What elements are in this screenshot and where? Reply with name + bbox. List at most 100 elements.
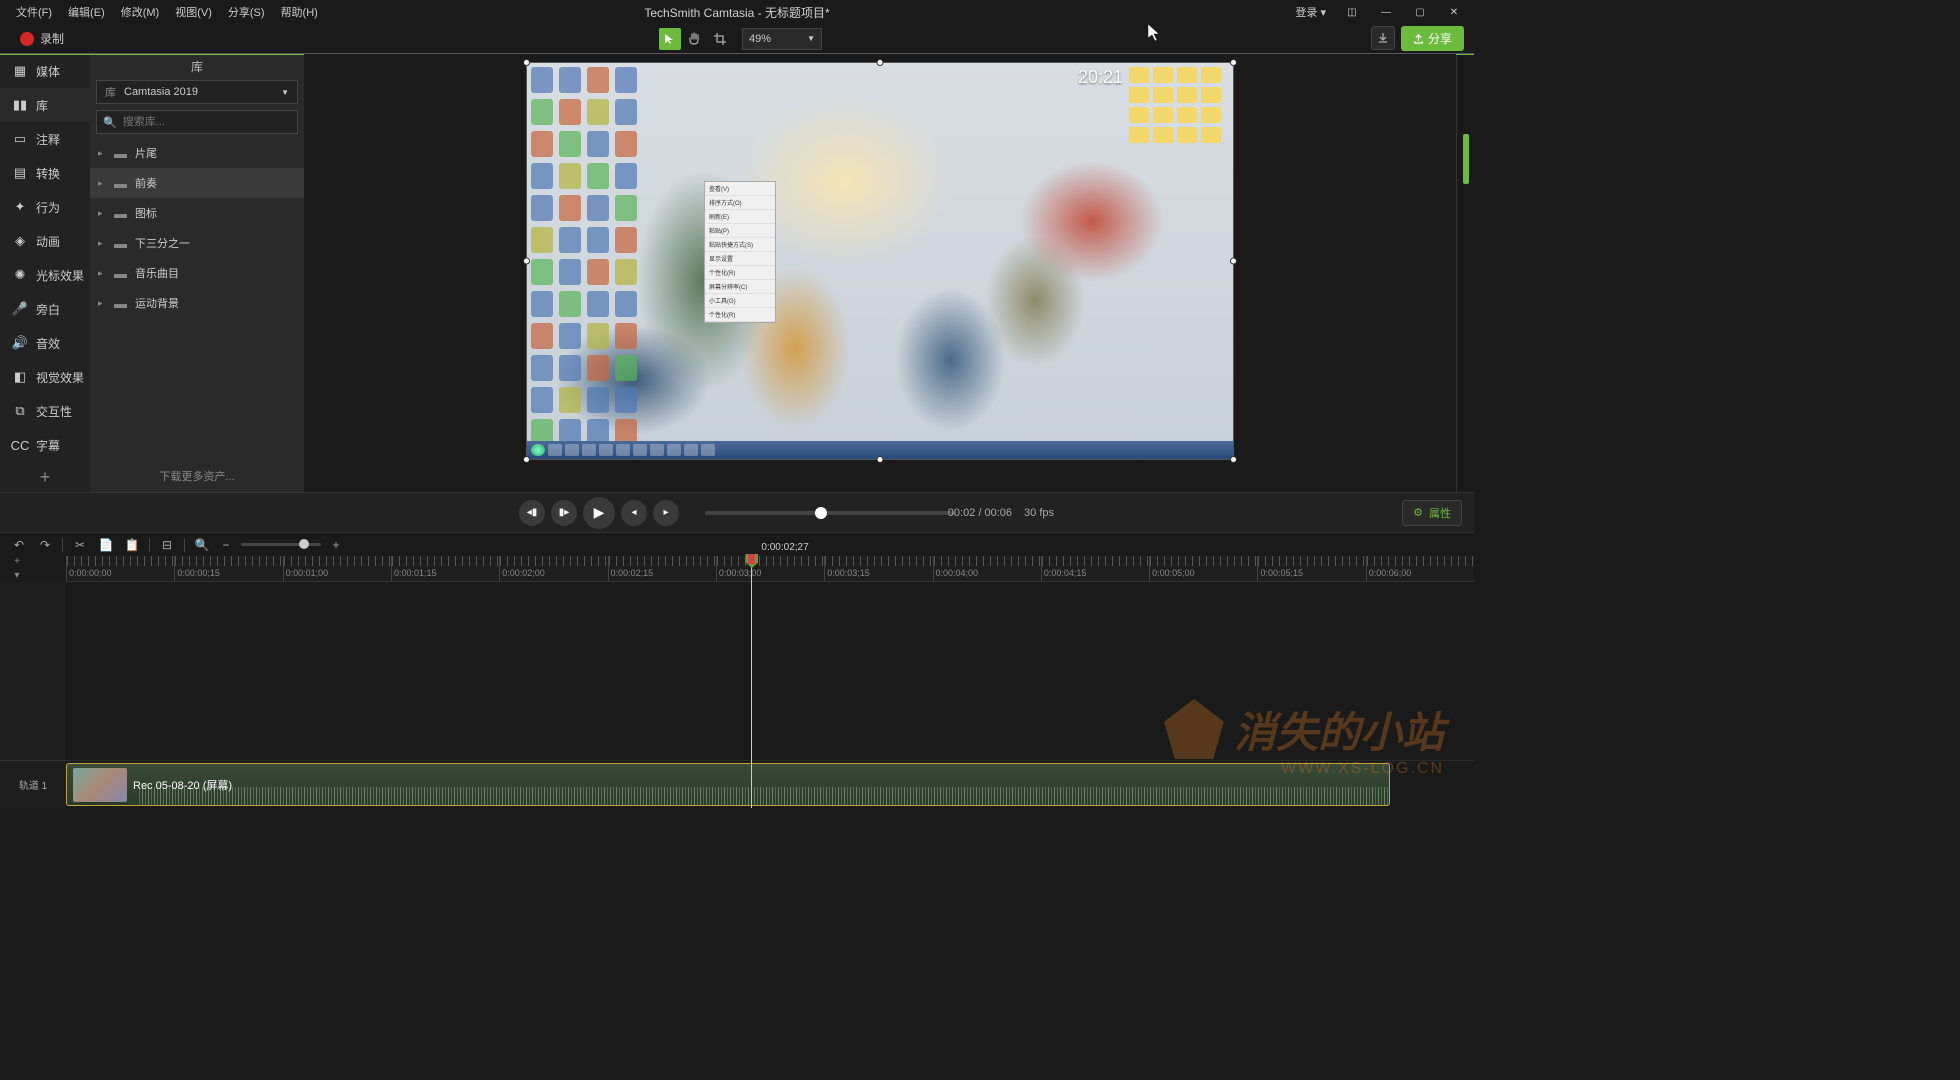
canvas-content: 查看(V) 排序方式(O) 刷新(E) 粘贴(P) 粘贴快捷方式(S) 显示设置… bbox=[527, 63, 1233, 459]
maximize-button[interactable]: ▢ bbox=[1404, 0, 1436, 24]
zoom-in-button[interactable]: + bbox=[327, 536, 345, 554]
sidebar-annotations[interactable]: ▭注释 bbox=[0, 122, 90, 156]
clip-thumbnail bbox=[73, 768, 127, 802]
library-folder-icons[interactable]: ▸▬图标 bbox=[90, 198, 304, 228]
menu-help[interactable]: 帮助(H) bbox=[273, 0, 326, 24]
chevron-down-icon: ▼ bbox=[281, 88, 289, 97]
zoom-value: 49% bbox=[749, 33, 771, 45]
prev-button[interactable]: ◂ bbox=[621, 500, 647, 526]
menu-share[interactable]: 分享(S) bbox=[220, 0, 273, 24]
behaviors-icon: ✦ bbox=[12, 199, 28, 215]
sidebar-narration[interactable]: 🎤旁白 bbox=[0, 292, 90, 326]
select-tool[interactable] bbox=[659, 28, 681, 50]
clip[interactable]: Rec 05-08-20 (屏幕) bbox=[66, 763, 1390, 806]
media-icon: ▦ bbox=[12, 63, 28, 79]
animations-icon: ◈ bbox=[12, 233, 28, 249]
sidebar-visual-effects[interactable]: ◧视觉效果 bbox=[0, 360, 90, 394]
library-title: 库 bbox=[90, 54, 304, 78]
play-button[interactable]: ▶ bbox=[583, 497, 615, 529]
undo-button[interactable]: ↶ bbox=[10, 536, 28, 554]
copy-button[interactable]: 📄 bbox=[97, 536, 115, 554]
zoom-tool-icon: 🔍 bbox=[193, 536, 211, 554]
split-button[interactable]: ⊟ bbox=[158, 536, 176, 554]
add-track-button[interactable]: + bbox=[10, 556, 24, 568]
cut-button[interactable]: ✂ bbox=[71, 536, 89, 554]
chevron-down-icon: ▼ bbox=[807, 34, 815, 43]
chevron-right-icon: ▸ bbox=[98, 208, 106, 219]
slider-thumb[interactable] bbox=[815, 507, 827, 519]
captions-icon: CC bbox=[12, 438, 28, 453]
sidebar-captions[interactable]: CC字幕 bbox=[0, 428, 90, 462]
menu-modify[interactable]: 修改(M) bbox=[113, 0, 168, 24]
record-icon bbox=[20, 32, 34, 46]
context-menu: 查看(V) 排序方式(O) 刷新(E) 粘贴(P) 粘贴快捷方式(S) 显示设置… bbox=[704, 181, 776, 323]
interactivity-icon: ⧉ bbox=[12, 403, 28, 419]
chevron-right-icon: ▸ bbox=[98, 238, 106, 249]
sidebar-animations[interactable]: ◈动画 bbox=[0, 224, 90, 258]
next-button[interactable]: ▸ bbox=[653, 500, 679, 526]
properties-expand-handle[interactable] bbox=[1463, 134, 1469, 184]
sidebar-behaviors[interactable]: ✦行为 bbox=[0, 190, 90, 224]
sidebar-interactivity[interactable]: ⧉交互性 bbox=[0, 394, 90, 428]
transitions-icon: ▤ bbox=[12, 165, 28, 181]
folder-icon: ▬ bbox=[114, 176, 127, 191]
sidebar-audio-effects[interactable]: 🔊音效 bbox=[0, 326, 90, 360]
zoom-thumb[interactable] bbox=[299, 539, 309, 549]
menu-file[interactable]: 文件(F) bbox=[8, 0, 60, 24]
library-panel: 库 库 Camtasia 2019 ▼ 🔍 ▸▬片尾 ▸▬前奏 ▸▬图标 ▸▬下… bbox=[90, 54, 304, 492]
sidebar-cursor-effects[interactable]: ✺光标效果 bbox=[0, 258, 90, 292]
share-label: 分享 bbox=[1428, 30, 1452, 47]
record-button[interactable]: 录制 bbox=[10, 26, 74, 51]
export-button[interactable] bbox=[1371, 26, 1395, 50]
library-folder-lower-thirds[interactable]: ▸▬下三分之一 bbox=[90, 228, 304, 258]
fps-indicator: 30 fps bbox=[1024, 507, 1054, 519]
timeline-toolbar: ↶ ↷ ✂ 📄 📋 ⊟ 🔍 − + bbox=[0, 532, 1474, 556]
audio-effects-icon: 🔊 bbox=[12, 335, 28, 351]
device-button[interactable]: ◫ bbox=[1336, 0, 1368, 24]
zoom-select[interactable]: 49% ▼ bbox=[742, 28, 822, 50]
library-select[interactable]: 库 Camtasia 2019 ▼ bbox=[96, 80, 298, 104]
playback-bar: ◂▮ ▮▸ ▶ ◂ ▸ 00:02 / 00:06 30 fps ⚙ 属性 bbox=[0, 492, 1474, 532]
download-assets[interactable]: 下载更多资产... bbox=[90, 462, 304, 492]
time-ruler[interactable]: 0:00:00;000:00:00;150:00:01;000:00:01;15… bbox=[66, 556, 1474, 582]
search-icon: 🔍 bbox=[103, 116, 117, 129]
chevron-right-icon: ▸ bbox=[98, 148, 106, 159]
chevron-right-icon: ▸ bbox=[98, 178, 106, 189]
chevron-right-icon: ▸ bbox=[98, 298, 106, 309]
menu-view[interactable]: 视图(V) bbox=[167, 0, 220, 24]
crop-tool[interactable] bbox=[709, 28, 731, 50]
sidebar-media[interactable]: ▦媒体 bbox=[0, 54, 90, 88]
cursor-effects-icon: ✺ bbox=[12, 267, 28, 283]
zoom-out-button[interactable]: − bbox=[217, 536, 235, 554]
library-folder-music[interactable]: ▸▬音乐曲目 bbox=[90, 258, 304, 288]
sidebar: ▦媒体 ▮▮库 ▭注释 ▤转换 ✦行为 ◈动画 ✺光标效果 🎤旁白 🔊音效 ◧视… bbox=[0, 54, 90, 492]
playback-slider[interactable] bbox=[705, 511, 955, 515]
expand-tracks-button[interactable]: ▾ bbox=[10, 570, 24, 582]
library-folder-intro[interactable]: ▸▬前奏 bbox=[90, 168, 304, 198]
minimize-button[interactable]: — bbox=[1370, 0, 1402, 24]
timeline-zoom-slider[interactable] bbox=[241, 543, 321, 546]
next-frame-button[interactable]: ▮▸ bbox=[551, 500, 577, 526]
properties-button[interactable]: ⚙ 属性 bbox=[1402, 500, 1462, 526]
search-input[interactable] bbox=[123, 116, 291, 128]
library-search[interactable]: 🔍 bbox=[96, 110, 298, 134]
track-header-1[interactable]: 轨道 1 bbox=[0, 760, 66, 808]
sidebar-library[interactable]: ▮▮库 bbox=[0, 88, 90, 122]
canvas[interactable]: 查看(V) 排序方式(O) 刷新(E) 粘贴(P) 粘贴快捷方式(S) 显示设置… bbox=[526, 62, 1234, 460]
login-button[interactable]: 登录 ▾ bbox=[1287, 0, 1334, 24]
library-folder-motion-bg[interactable]: ▸▬运动背景 bbox=[90, 288, 304, 318]
library-folder-outro[interactable]: ▸▬片尾 bbox=[90, 138, 304, 168]
sidebar-transitions[interactable]: ▤转换 bbox=[0, 156, 90, 190]
pan-tool[interactable] bbox=[684, 28, 706, 50]
prev-frame-button[interactable]: ◂▮ bbox=[519, 500, 545, 526]
track-1[interactable]: Rec 05-08-20 (屏幕) bbox=[66, 760, 1474, 808]
sidebar-add[interactable]: + bbox=[0, 462, 90, 492]
menu-edit[interactable]: 编辑(E) bbox=[60, 0, 113, 24]
audio-waveform bbox=[137, 787, 1389, 805]
clock-widget: 20:21 bbox=[1078, 67, 1123, 88]
close-button[interactable]: ✕ bbox=[1438, 0, 1470, 24]
share-button[interactable]: 分享 bbox=[1401, 26, 1464, 51]
redo-button[interactable]: ↷ bbox=[36, 536, 54, 554]
paste-button[interactable]: 📋 bbox=[123, 536, 141, 554]
toolbar: 录制 49% ▼ 分享 bbox=[0, 24, 1474, 54]
